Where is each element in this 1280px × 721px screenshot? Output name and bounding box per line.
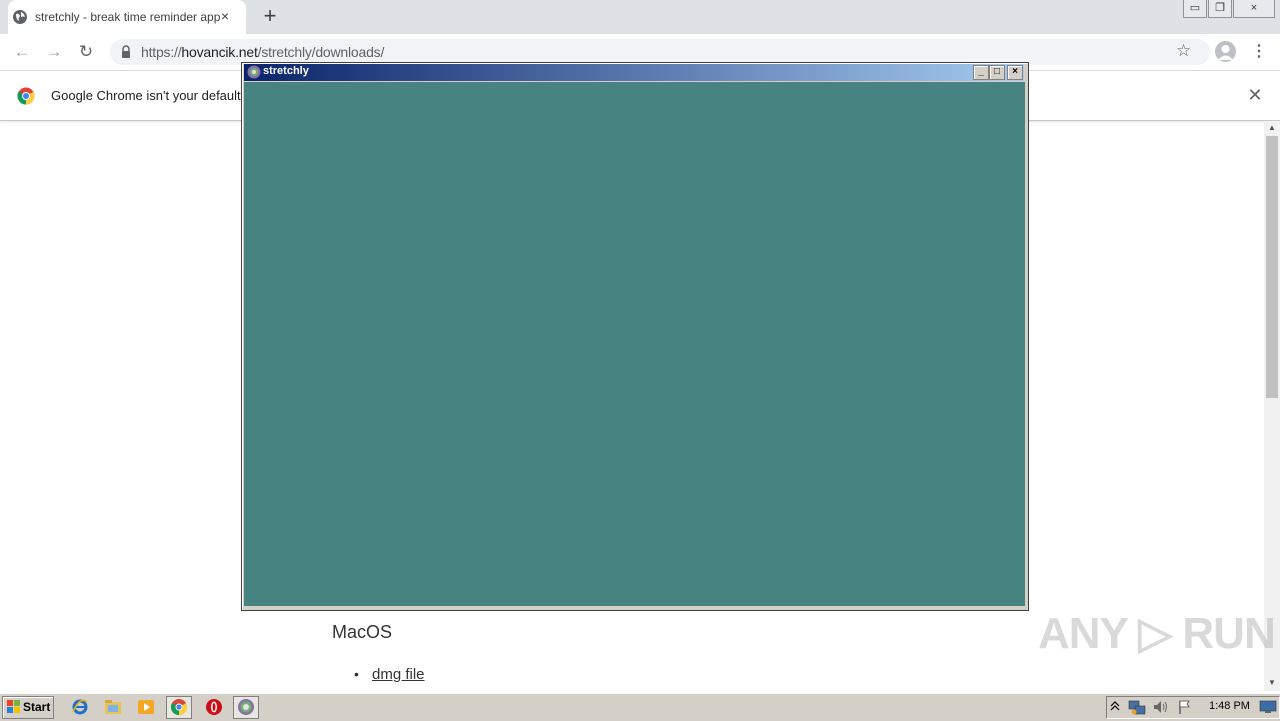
internet-explorer-icon[interactable] xyxy=(71,698,89,716)
chrome-taskbar-button[interactable] xyxy=(166,696,192,719)
stretchly-title-bar[interactable] xyxy=(244,64,1024,81)
stretchly-icon xyxy=(238,699,254,715)
stretchly-title: stretchly xyxy=(263,65,309,77)
forward-button[interactable]: → xyxy=(42,40,66,64)
back-button[interactable]: ← xyxy=(10,40,34,64)
person-icon xyxy=(1218,45,1233,60)
profile-avatar[interactable] xyxy=(1215,41,1236,62)
stretchly-client-area xyxy=(244,82,1025,606)
new-tab-button[interactable]: + xyxy=(258,5,282,29)
infobar-message: Google Chrome isn't your default b xyxy=(51,88,252,103)
scroll-up-arrow-icon[interactable]: ▲ xyxy=(1264,121,1280,135)
taskbar-clock[interactable]: 1:48 PM xyxy=(1209,700,1250,712)
tab-close-icon[interactable]: × xyxy=(216,7,234,25)
lock-icon xyxy=(122,45,130,58)
infobar-close-icon[interactable]: ✕ xyxy=(1245,85,1265,105)
explorer-folder-icon[interactable] xyxy=(104,698,122,716)
stretchly-taskbar-button[interactable] xyxy=(233,696,259,719)
chrome-icon xyxy=(170,699,188,716)
show-desktop-icon[interactable] xyxy=(1259,700,1277,714)
bookmark-star-icon[interactable]: ☆ xyxy=(1176,41,1191,61)
start-button[interactable]: Start xyxy=(2,696,54,719)
list-bullet: • xyxy=(354,666,359,682)
stretchly-close-button[interactable]: × xyxy=(1007,65,1023,80)
scrollbar-thumb[interactable] xyxy=(1266,136,1278,398)
chrome-logo-icon xyxy=(17,87,35,105)
stretchly-app-icon xyxy=(247,65,261,79)
windows-logo-icon xyxy=(7,700,20,713)
media-player-icon[interactable] xyxy=(137,698,155,716)
action-center-flag-icon[interactable] xyxy=(1177,699,1193,715)
url-host: hovancik.net xyxy=(181,44,258,60)
reload-button[interactable]: ↻ xyxy=(74,40,98,64)
window-minimize-button[interactable]: ▭ xyxy=(1183,0,1207,18)
chrome-menu-icon[interactable]: ⋮ xyxy=(1249,40,1269,64)
url-scheme: https:// xyxy=(141,44,182,60)
network-icon[interactable] xyxy=(1128,699,1146,715)
window-close-button[interactable]: × xyxy=(1233,0,1275,18)
macos-heading: MacOS xyxy=(332,622,393,642)
globe-icon xyxy=(13,10,27,24)
stretchly-minimize-button[interactable]: _ xyxy=(973,65,989,80)
anyrun-watermark: ANY ▷ RUN xyxy=(1038,609,1276,658)
taskbar xyxy=(0,693,1280,721)
scroll-down-arrow-icon[interactable]: ▼ xyxy=(1264,676,1280,690)
url-path: /stretchly/downloads/ xyxy=(257,44,385,60)
show-hidden-icons-icon[interactable] xyxy=(1110,700,1120,712)
dmg-file-link[interactable]: dmg file xyxy=(372,666,425,683)
stretchly-maximize-button[interactable]: □ xyxy=(989,65,1005,80)
volume-icon[interactable] xyxy=(1152,699,1170,715)
url-text[interactable]: https://hovancik.net/stretchly/downloads… xyxy=(141,44,384,60)
tab-title: stretchly - break time reminder app xyxy=(35,10,221,24)
opera-icon[interactable] xyxy=(205,698,223,716)
window-restore-button[interactable]: ❐ xyxy=(1208,0,1232,18)
start-label: Start xyxy=(23,700,51,714)
